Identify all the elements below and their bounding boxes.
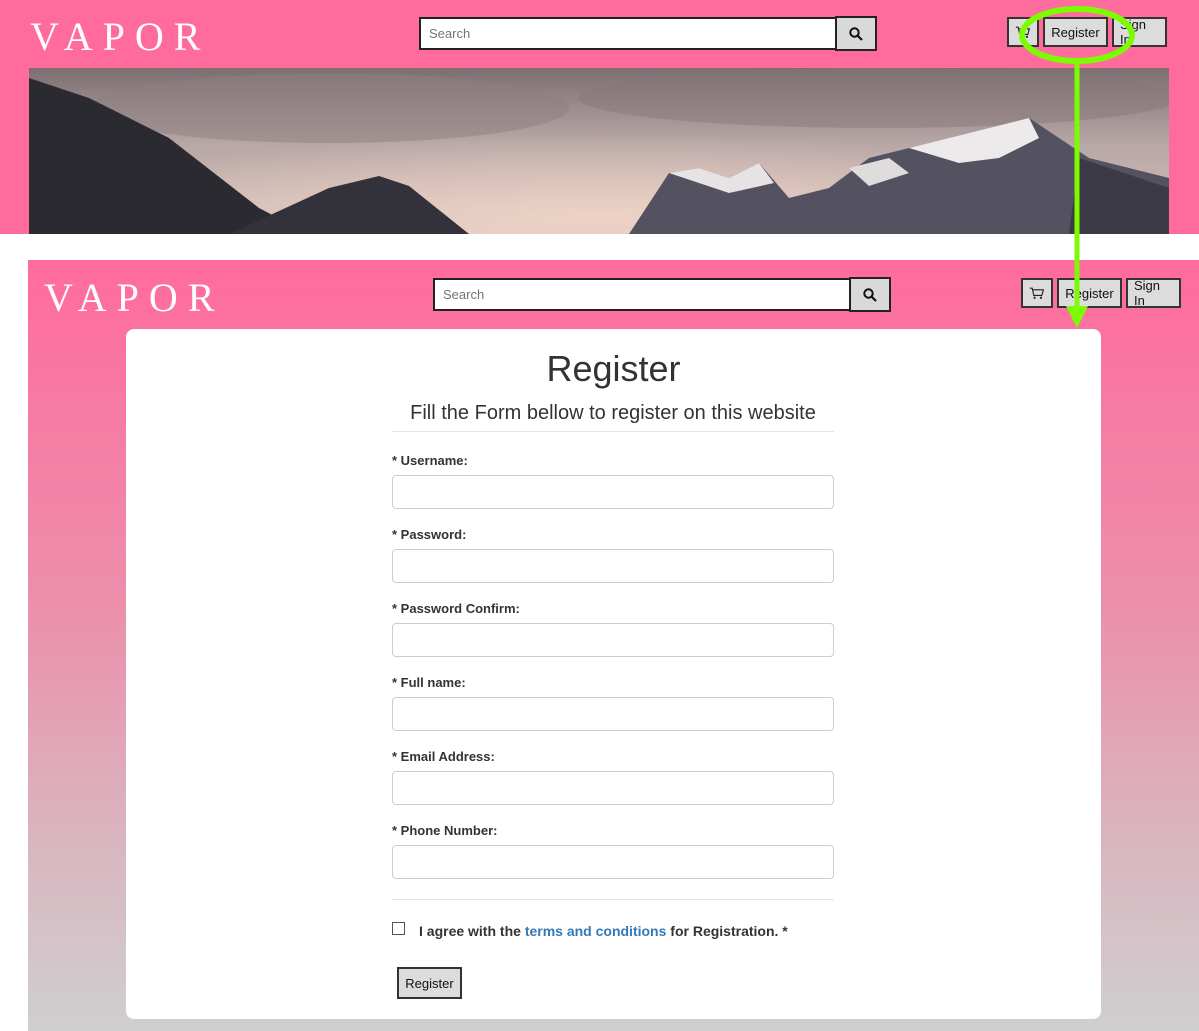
password-confirm-field[interactable] <box>392 623 834 657</box>
cart-button-main[interactable] <box>1021 278 1053 308</box>
search-button-main[interactable] <box>849 277 891 312</box>
terms-link[interactable]: terms and conditions <box>525 923 667 939</box>
register-card <box>126 329 1101 1019</box>
username-field[interactable] <box>392 475 834 509</box>
full-name-field[interactable] <box>392 697 834 731</box>
cart-icon <box>1015 26 1031 38</box>
search-button[interactable] <box>835 16 877 51</box>
password-field[interactable] <box>392 549 834 583</box>
cart-button[interactable] <box>1007 17 1039 47</box>
page-subtitle: Fill the Form bellow to register on this… <box>392 402 834 432</box>
search-input-wrapper-main <box>433 278 851 311</box>
register-nav-button[interactable]: Register <box>1043 17 1108 47</box>
search-icon <box>849 26 863 41</box>
terms-text-prefix: I agree with the <box>419 923 525 939</box>
site-logo-main[interactable]: VAPOR <box>44 278 224 318</box>
signin-nav-button-main[interactable]: Sign In <box>1126 278 1181 308</box>
top-header-screenshot: VAPOR Register Sign In <box>0 0 1199 234</box>
search-icon <box>863 287 877 302</box>
page-title: Register <box>546 348 681 389</box>
terms-checkbox[interactable] <box>392 921 405 935</box>
email-field[interactable] <box>392 771 834 805</box>
register-nav-button-main[interactable]: Register <box>1057 278 1122 308</box>
signin-nav-button[interactable]: Sign In <box>1112 17 1167 47</box>
phone-field[interactable] <box>392 845 834 879</box>
terms-agreement: I agree with the terms and conditions fo… <box>392 921 788 939</box>
cart-icon <box>1029 287 1045 299</box>
register-submit-button[interactable]: Register <box>397 967 462 999</box>
full-name-label: * Full name: <box>392 675 466 690</box>
search-input[interactable] <box>421 19 835 48</box>
phone-label: * Phone Number: <box>392 823 498 838</box>
email-label: * Email Address: <box>392 749 495 764</box>
username-label: * Username: <box>392 453 468 468</box>
password-label: * Password: <box>392 527 467 542</box>
search-input-wrapper <box>419 17 837 50</box>
search-input-main[interactable] <box>435 280 849 309</box>
password-confirm-label: * Password Confirm: <box>392 601 520 616</box>
form-divider <box>392 899 834 900</box>
mountain-banner-image <box>29 68 1169 234</box>
terms-text-suffix: for Registration. * <box>666 923 788 939</box>
site-logo[interactable]: VAPOR <box>30 17 210 57</box>
